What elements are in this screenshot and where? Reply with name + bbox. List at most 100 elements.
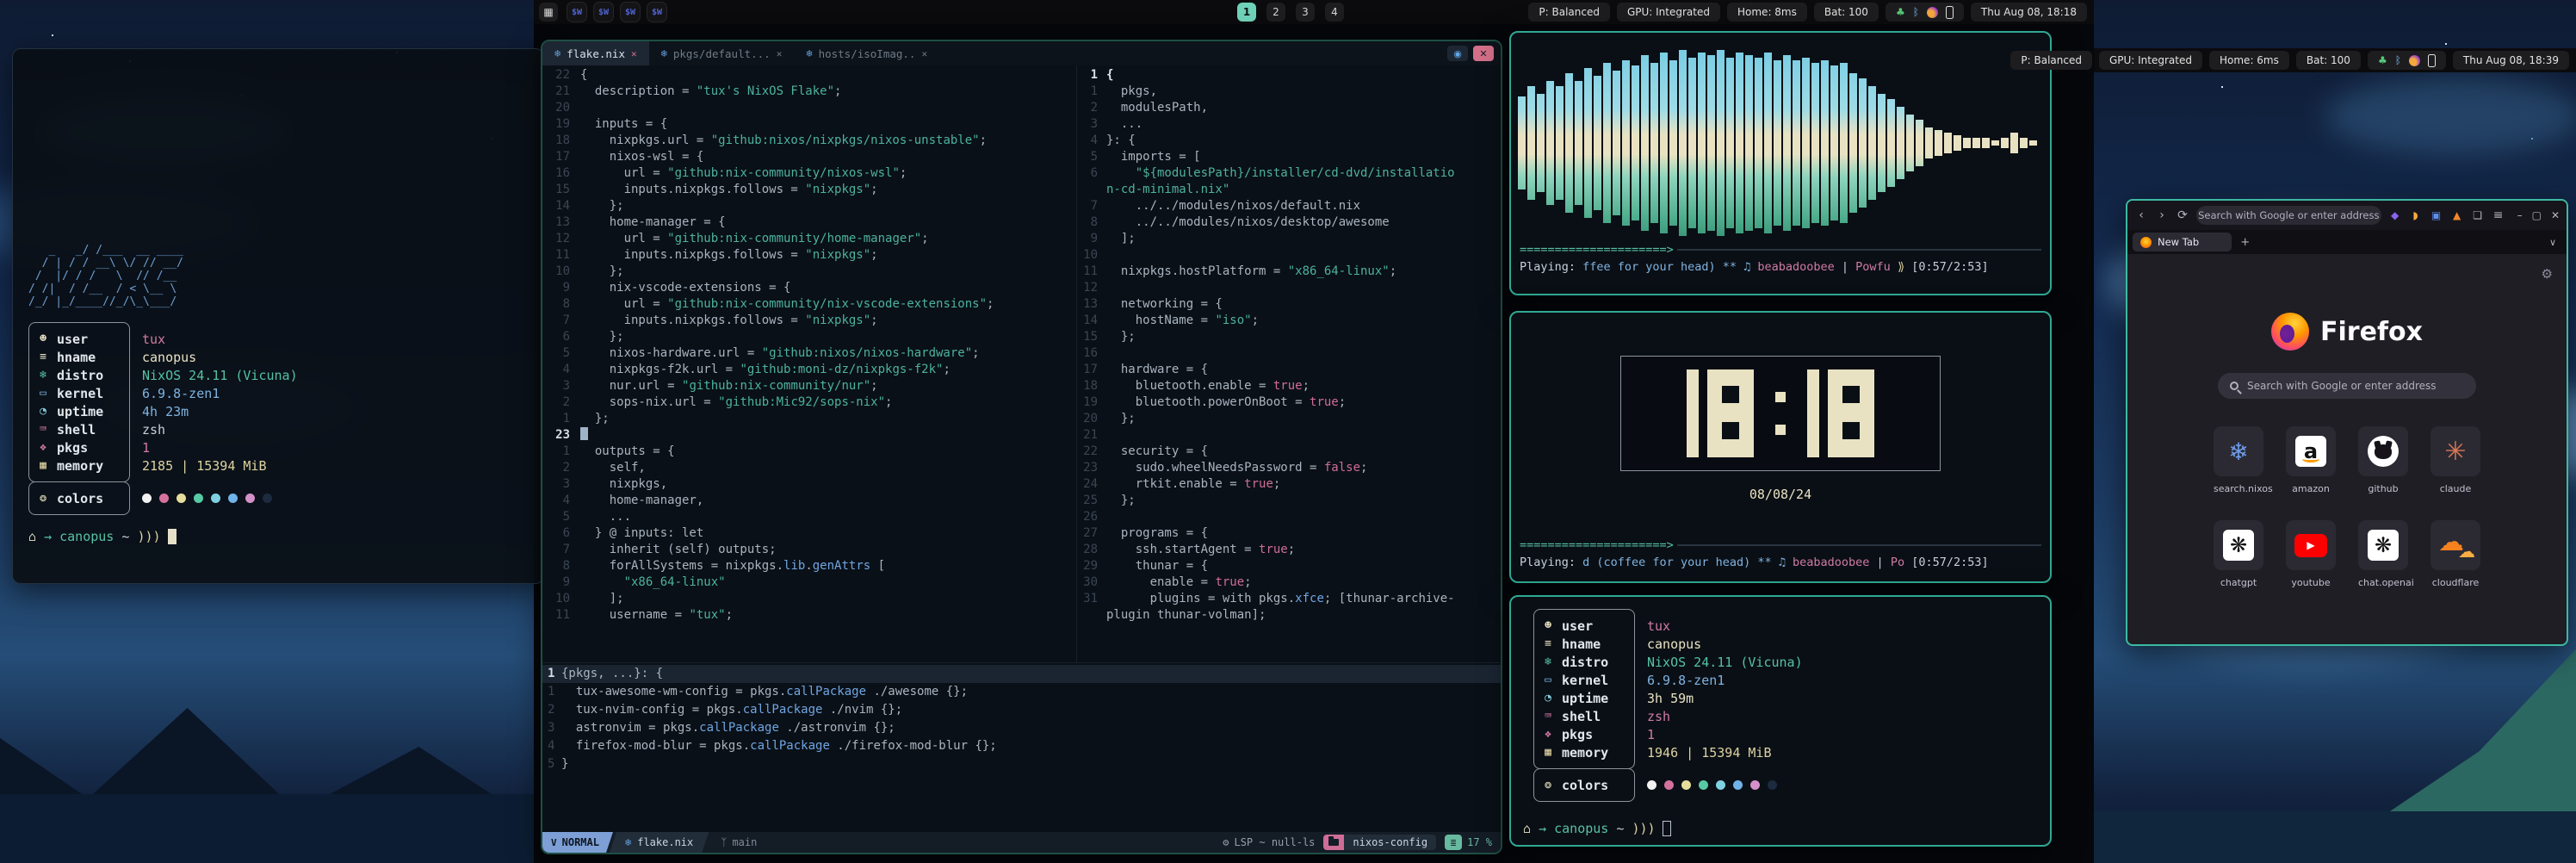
shortcut-tile[interactable]: ▶: [2286, 520, 2336, 570]
maximize-icon[interactable]: ▢: [2532, 209, 2542, 221]
network-icon[interactable]: ♣: [1896, 6, 1905, 18]
new-tab-button[interactable]: +: [2240, 236, 2250, 249]
code-line: 2 modulesPath,: [1077, 100, 1501, 116]
workspace-2[interactable]: 2: [1266, 3, 1285, 22]
shortcut-youtube[interactable]: ▶youtube: [2286, 520, 2336, 588]
personalize-gear-icon[interactable]: ⚙: [2542, 266, 2553, 282]
shortcut-chat.openai[interactable]: ❋chat.openai: [2358, 520, 2408, 588]
clock-widget[interactable]: Thu Aug 08, 18:18: [1971, 3, 2087, 22]
status-pill[interactable]: Bat: 100: [1814, 3, 1879, 22]
status-pill[interactable]: GPU: Integrated: [2099, 51, 2202, 70]
tab-close-icon[interactable]: ✕: [777, 48, 783, 59]
code-pane-flake[interactable]: 22{21 description = "tux's NixOS Flake";…: [542, 65, 1077, 662]
cava-bar: [1669, 60, 1677, 226]
firefox-logo: [2271, 313, 2309, 351]
shortcut-tile[interactable]: ✳: [2430, 426, 2480, 476]
code-text: sops-nix.url = "github:Mic92/sops-nix";: [580, 394, 892, 411]
status-pill[interactable]: GPU: Integrated: [1617, 3, 1720, 22]
menu-icon[interactable]: ≡: [2492, 208, 2505, 222]
workspace-1[interactable]: 1: [1237, 3, 1256, 22]
tray-app-icon[interactable]: [1927, 7, 1938, 18]
taglist-icon[interactable]: $W: [593, 2, 614, 22]
fetch-key-row: ❄distro: [29, 366, 129, 384]
sidebar-icon[interactable]: ❏: [2471, 209, 2485, 221]
tab-new-tab[interactable]: New Tab: [2133, 233, 2232, 251]
minimize-icon[interactable]: –: [2517, 209, 2523, 221]
pin-button[interactable]: ◉: [1447, 46, 1468, 61]
shortcut-search.nixos[interactable]: ❄search.nixos: [2214, 426, 2263, 494]
metamask-icon[interactable]: ▲: [2450, 209, 2464, 221]
window-close-button[interactable]: ✕: [1473, 46, 1494, 61]
shortcut-cloudflare[interactable]: ☁☁ cloudflare: [2430, 520, 2480, 588]
taglist-icon[interactable]: $W: [567, 2, 587, 22]
code-text: programs = {: [1106, 525, 1208, 542]
phone-icon[interactable]: [1946, 6, 1954, 19]
shortcut-claude[interactable]: ✳claude: [2430, 426, 2480, 494]
shortcut-tile[interactable]: ❋: [2358, 520, 2408, 570]
system-tray[interactable]: ♣ ᛒ: [1886, 3, 1964, 22]
status-pill[interactable]: Home: 6ms: [2209, 51, 2289, 70]
color-dot: [1664, 780, 1674, 790]
code-line: 29 thunar = {: [1077, 558, 1501, 574]
code-line: 19 bluetooth.powerOnBoot = true;: [1077, 394, 1501, 411]
close-icon[interactable]: ✕: [2551, 209, 2560, 221]
shortcut-github[interactable]: github: [2358, 426, 2408, 494]
code-text: };: [580, 411, 610, 427]
clock-window[interactable]: 08/08/24 =====================> Playing:…: [1509, 311, 2052, 583]
terminal-window-left[interactable]: _ _/ /___ __ ____ / | / / __\ \/ // __/ …: [12, 48, 544, 584]
tab-list-chevron-icon[interactable]: ∨: [2549, 237, 2556, 248]
shell-prompt[interactable]: ⌂ → canopus ~ ))): [1523, 821, 2050, 836]
code-pane-iso-image[interactable]: 1{1 pkgs,2 modulesPath,3 ...4}: {5 impor…: [1077, 65, 1501, 662]
system-tray-secondary[interactable]: ♣ ᛒ: [2368, 51, 2446, 70]
url-bar[interactable]: Search with Google or enter address: [2196, 206, 2381, 225]
shortcut-tile[interactable]: a: [2286, 426, 2336, 476]
text-segment: →: [44, 529, 59, 544]
shortcut-tile[interactable]: ☁☁: [2430, 520, 2480, 570]
editor-window[interactable]: ❄flake.nix✕❄pkgs/default...✕❄hosts/isoIm…: [541, 40, 1502, 854]
shell-prompt[interactable]: ⌂ → canopus ~ ))): [28, 529, 543, 544]
workspace-3[interactable]: 3: [1296, 3, 1315, 22]
shortcut-amazon[interactable]: aamazon: [2286, 426, 2336, 494]
line-number: 18: [1077, 378, 1106, 394]
status-pill[interactable]: Bat: 100: [2296, 51, 2361, 70]
tray-app-icon[interactable]: [2409, 55, 2420, 66]
cava-window[interactable]: =====================> Playing: ffee for…: [1509, 31, 2052, 295]
fetch-key-row: ≡hname: [1534, 635, 1634, 653]
taglist-icon[interactable]: $W: [647, 2, 667, 22]
status-pill[interactable]: P: Balanced: [2010, 51, 2092, 70]
clock-widget-secondary[interactable]: Thu Aug 08, 18:39: [2453, 51, 2569, 70]
shortcut-label: cloudflare: [2430, 577, 2480, 588]
taglist-icon[interactable]: $W: [620, 2, 641, 22]
search-input[interactable]: Search with Google or enter address: [2218, 373, 2476, 399]
shortcut-tile[interactable]: ❋: [2214, 520, 2263, 570]
workspace-4[interactable]: 4: [1325, 3, 1344, 22]
back-icon[interactable]: ‹: [2134, 208, 2148, 222]
tab-close-icon[interactable]: ✕: [631, 48, 637, 59]
shortcut-tile[interactable]: ❄: [2214, 426, 2263, 476]
status-pill[interactable]: P: Balanced: [1528, 3, 1610, 22]
app-launcher-button[interactable]: ▦: [539, 3, 558, 22]
editor-tab-hosts-isoImag-[interactable]: ❄hosts/isoImag..✕: [794, 41, 939, 65]
bluetooth-icon[interactable]: ᛒ: [2395, 54, 2401, 66]
editor-tab-pkgs-default-[interactable]: ❄pkgs/default...✕: [649, 41, 795, 65]
reload-icon[interactable]: ⟳: [2176, 208, 2189, 222]
extension-icon[interactable]: ◆: [2388, 209, 2402, 221]
extension-icon[interactable]: ▣: [2430, 209, 2443, 221]
openai-icon: ❋: [2223, 530, 2254, 561]
code-pane-packages[interactable]: 1{pkgs, ...}: {1 tux-awesome-wm-config =…: [542, 663, 1501, 832]
network-icon[interactable]: ♣: [2378, 54, 2387, 66]
forward-icon[interactable]: ›: [2155, 208, 2169, 222]
fetch-window[interactable]: ☻user≡hname❄distro▭kernel◔uptime⌨shell❖p…: [1509, 595, 2052, 847]
shortcut-tile[interactable]: [2358, 426, 2408, 476]
phone-icon[interactable]: [2428, 54, 2436, 67]
separator-row: =====================>: [1520, 241, 2041, 258]
shortcut-chatgpt[interactable]: ❋chatgpt: [2214, 520, 2263, 588]
tab-close-icon[interactable]: ✕: [921, 48, 927, 59]
bluetooth-icon[interactable]: ᛒ: [1913, 6, 1919, 18]
uptime-icon: ◔: [1534, 692, 1562, 705]
extension-icon[interactable]: ◗: [2409, 209, 2423, 221]
editor-tab-flake-nix[interactable]: ❄flake.nix✕: [542, 41, 649, 65]
text-segment: Playing:: [1520, 556, 1582, 569]
firefox-window[interactable]: ‹ › ⟳ Search with Google or enter addres…: [2126, 199, 2568, 646]
status-pill[interactable]: Home: 8ms: [1727, 3, 1807, 22]
